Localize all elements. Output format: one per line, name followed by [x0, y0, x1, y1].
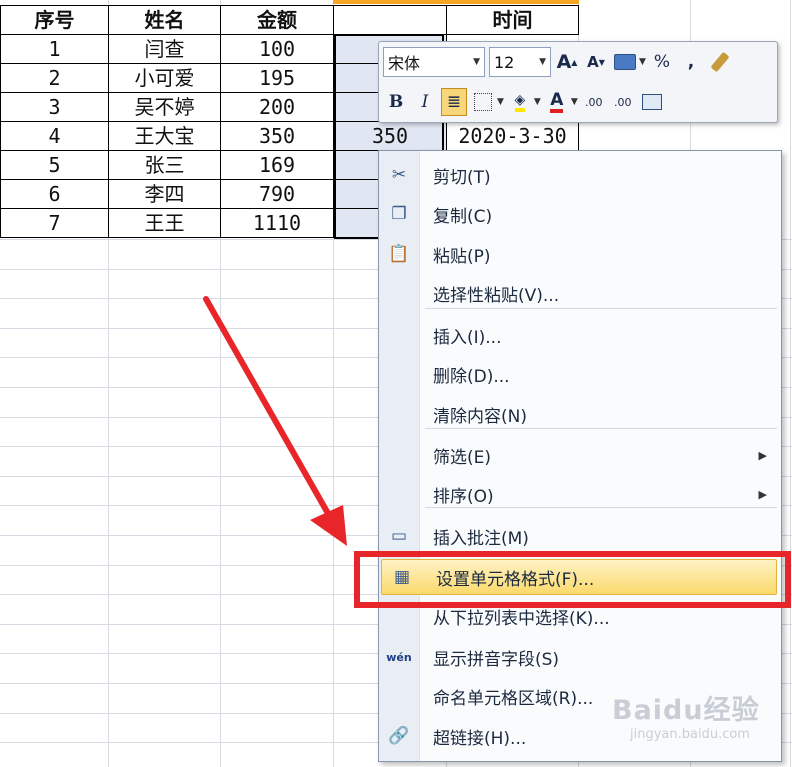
watermark: Baidu经验 jingyan.baidu.com — [612, 688, 760, 742]
watermark-url: jingyan.baidu.com — [630, 727, 750, 742]
watermark-brand: Baidu经验 — [612, 695, 760, 726]
annotation-arrow-icon — [203, 296, 347, 546]
